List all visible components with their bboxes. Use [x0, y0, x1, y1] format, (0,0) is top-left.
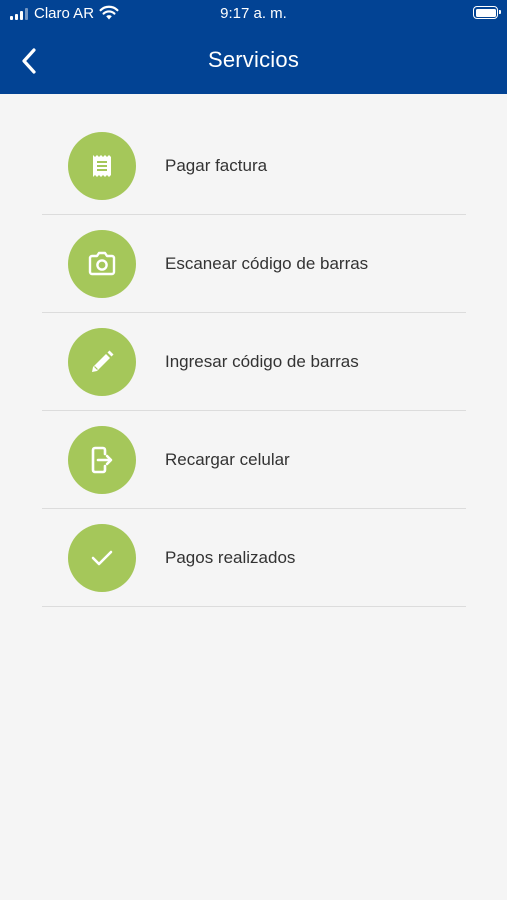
- icon-circle: [68, 328, 136, 396]
- menu-item-escanear-codigo[interactable]: Escanear código de barras: [42, 215, 466, 313]
- menu-item-label: Ingresar código de barras: [165, 352, 359, 371]
- menu-item-ingresar-codigo[interactable]: Ingresar código de barras: [42, 313, 466, 411]
- receipt-icon: [93, 155, 111, 177]
- menu-item-label: Escanear código de barras: [165, 254, 369, 273]
- icon-circle: [68, 426, 136, 494]
- status-bar: Claro AR 9:17 a. m.: [0, 0, 507, 28]
- icon-circle: [68, 230, 136, 298]
- menu-item-label: Pagar factura: [165, 156, 268, 175]
- app-header: Claro AR 9:17 a. m. Servicios: [0, 0, 507, 94]
- menu-item-recargar-celular[interactable]: Recargar celular: [42, 411, 466, 509]
- menu-item-pagar-factura[interactable]: Pagar factura: [42, 117, 466, 215]
- services-list: Pagar factura Escanear código de barras …: [42, 117, 466, 607]
- icon-circle: [68, 132, 136, 200]
- page-title: Servicios: [207, 47, 300, 72]
- nav-bar: Servicios: [0, 28, 507, 94]
- menu-item-label: Pagos realizados: [165, 548, 296, 567]
- camera-icon: [88, 251, 116, 276]
- icon-circle: [68, 524, 136, 592]
- pencil-icon: [92, 350, 114, 372]
- check-icon: [91, 550, 113, 566]
- services-screen: Claro AR 9:17 a. m. Servicios Pagar fact…: [0, 0, 507, 900]
- menu-item-label: Recargar celular: [165, 450, 290, 469]
- status-time: 9:17 a. m.: [220, 5, 287, 22]
- phone-topup-icon: [91, 446, 113, 474]
- menu-item-pagos-realizados[interactable]: Pagos realizados: [42, 509, 466, 607]
- battery-icon: [473, 6, 501, 19]
